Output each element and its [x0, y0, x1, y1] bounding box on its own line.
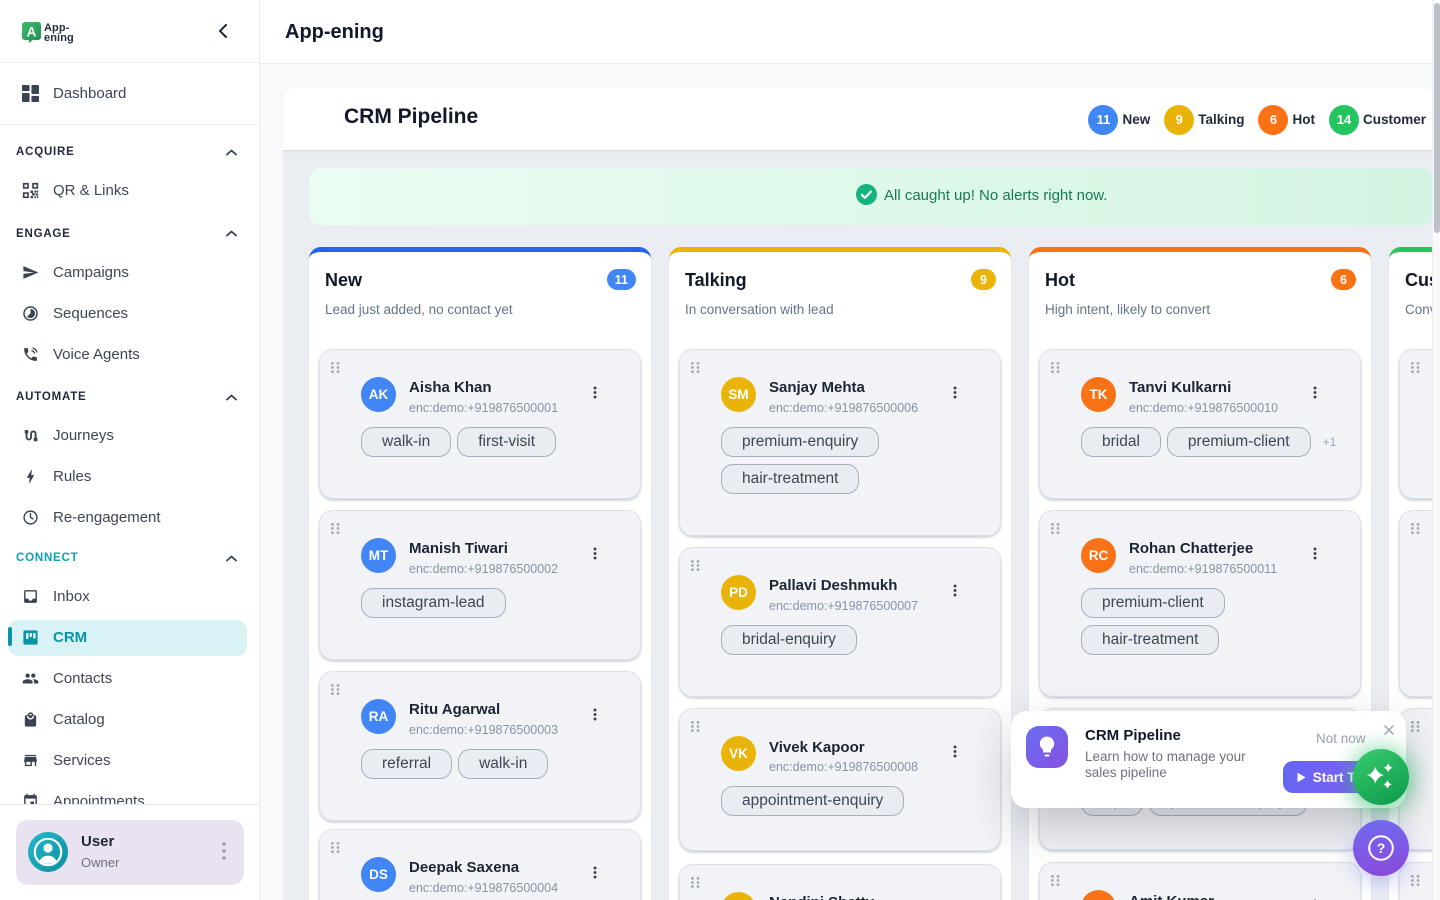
- svg-text:A: A: [27, 25, 37, 40]
- svg-text:?: ?: [1377, 840, 1386, 856]
